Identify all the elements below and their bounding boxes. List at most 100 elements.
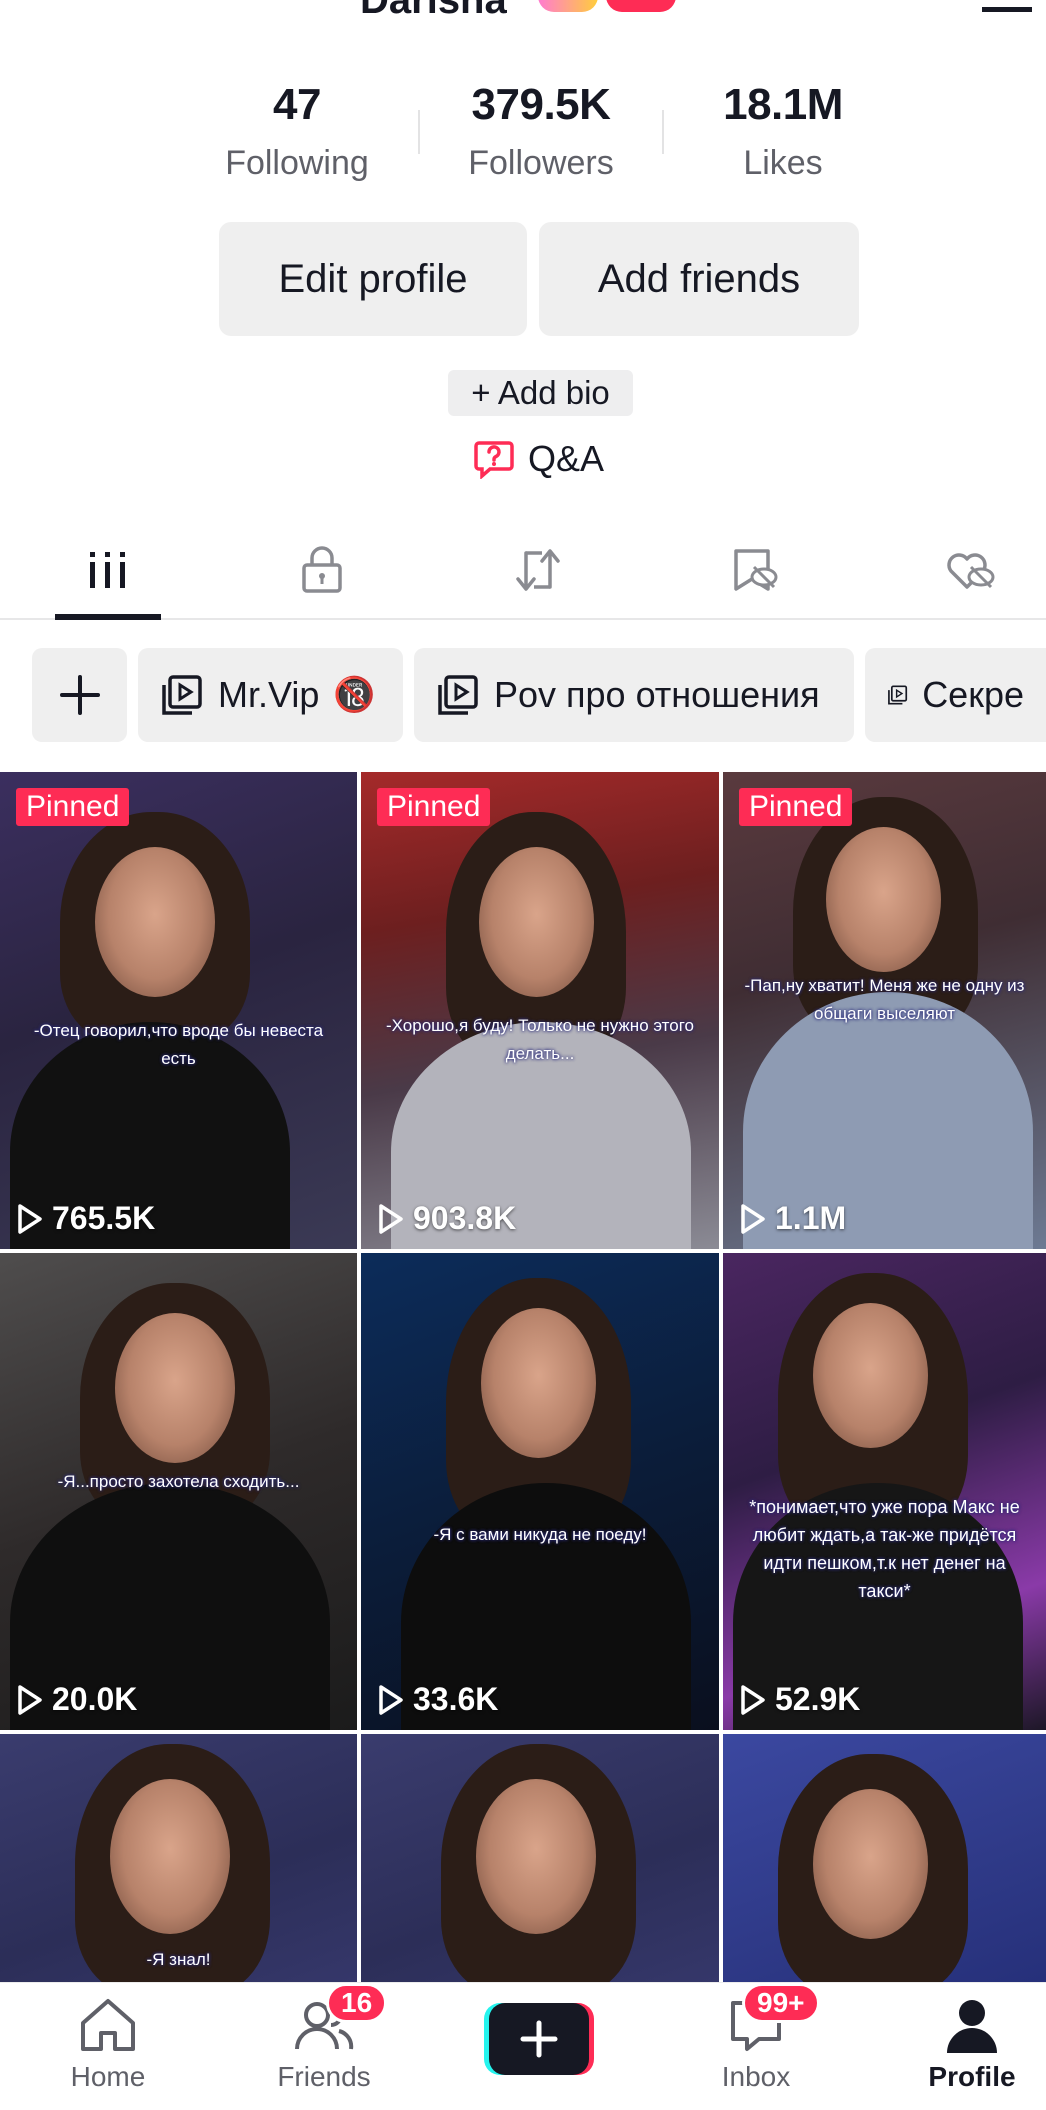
- qa-label: Q&A: [528, 438, 605, 479]
- video-caption: -Пап,ну хватит! Меня же не одну из общаг…: [744, 976, 1025, 1023]
- video-caption: -Отец говорил,что вроде бы невеста есть: [33, 1021, 324, 1068]
- profile-tabs: [0, 530, 1046, 620]
- view-count-value: 1.1M: [775, 1200, 847, 1236]
- hamburger-icon[interactable]: [982, 0, 1032, 12]
- tab-liked[interactable]: [916, 540, 1024, 600]
- video-grid: Pinned -Отец говорил,что вроде бы невест…: [0, 772, 1046, 1982]
- likes-label: Likes: [743, 144, 823, 182]
- likes-stat[interactable]: 18.1M Likes: [673, 80, 893, 183]
- following-stat[interactable]: 47 Following: [187, 80, 407, 183]
- video-thumbnail[interactable]: Pinned -Хорошо,я буду! Только не нужно э…: [361, 772, 719, 1249]
- likes-count: 18.1M: [723, 80, 843, 129]
- add-bio-button[interactable]: + Add bio: [448, 370, 633, 416]
- nav-home-label: Home: [70, 2061, 146, 2092]
- bottom-nav: Home Friends 16 Inbox 99+ Profile: [0, 1982, 1046, 2110]
- nav-home[interactable]: Home: [28, 1995, 188, 2105]
- active-tab-indicator: [55, 614, 161, 620]
- emoji-badge: [538, 0, 598, 12]
- video-cover: [361, 1253, 719, 1730]
- play-icon: [741, 1684, 765, 1715]
- home-icon: [81, 1999, 135, 2051]
- playlist-bar: Mr.Vip 🔞 Pov про отношения Секре: [0, 648, 1046, 744]
- playlist-icon: [438, 675, 478, 715]
- nav-profile-label: Profile: [928, 2061, 1016, 2092]
- view-count: 20.0K: [16, 1681, 137, 1718]
- video-thumbnail[interactable]: -Я...просто захотела сходить... 20.0K: [0, 1253, 357, 1730]
- video-cover: [0, 772, 357, 1249]
- qa-link[interactable]: Q&A: [474, 438, 604, 480]
- lock-icon: [302, 546, 342, 593]
- repost-icon: [516, 549, 560, 591]
- view-count: 1.1M: [739, 1200, 846, 1237]
- pinned-badge: Pinned: [16, 788, 130, 826]
- plus-icon: [59, 675, 100, 715]
- play-icon: [18, 1203, 42, 1234]
- add-friends-button[interactable]: Add friends: [539, 222, 859, 336]
- plus-icon: [520, 2020, 558, 2058]
- view-count: 903.8K: [377, 1200, 516, 1237]
- profile-stats: 47 Following 379.5K Followers 18.1M Like…: [0, 80, 1046, 190]
- pinned-badge: Pinned: [377, 788, 491, 826]
- view-count: 765.5K: [16, 1200, 155, 1237]
- tab-reposts[interactable]: [484, 540, 592, 600]
- profile-header: Darisha: [0, 0, 1046, 22]
- stat-divider: [662, 110, 664, 154]
- view-count-value: 765.5K: [52, 1200, 156, 1236]
- followers-stat[interactable]: 379.5K Followers: [431, 80, 651, 183]
- playlist-chip[interactable]: Mr.Vip 🔞: [138, 648, 403, 742]
- video-caption: -Я...просто захотела сходить...: [57, 1472, 300, 1491]
- play-icon: [379, 1203, 403, 1234]
- inbox-notification-badge: 99+: [742, 1983, 820, 2023]
- nav-friends-label: Friends: [277, 2061, 371, 2092]
- playlist-icon: [162, 675, 202, 715]
- video-thumbnail[interactable]: Pinned -Пап,ну хватит! Меня же не одну и…: [723, 772, 1046, 1249]
- nav-friends[interactable]: Friends 16: [244, 1983, 404, 2105]
- view-count: 52.9K: [739, 1681, 860, 1718]
- playlist-label: Mr.Vip: [218, 674, 320, 715]
- following-count: 47: [273, 80, 321, 129]
- view-count-value: 52.9K: [775, 1681, 861, 1717]
- video-caption: -Я с вами никуда не поеду!: [433, 1525, 647, 1544]
- nav-inbox[interactable]: Inbox 99+: [676, 1983, 836, 2105]
- video-caption: -Хорошо,я буду! Только не нужно этого де…: [385, 1016, 695, 1063]
- playlist-label: Секре: [922, 674, 1024, 715]
- videos-grid-icon: [90, 552, 125, 588]
- playlist-chip[interactable]: Pov про отношения: [414, 648, 854, 742]
- video-cover: [723, 1734, 1046, 1982]
- pinned-badge: Pinned: [739, 788, 853, 826]
- video-thumbnail[interactable]: -Я с вами никуда не поеду! 33.6K: [361, 1253, 719, 1730]
- play-icon: [379, 1684, 403, 1715]
- video-thumbnail[interactable]: [361, 1734, 719, 1982]
- followers-count: 379.5K: [471, 80, 611, 129]
- play-icon: [741, 1203, 765, 1234]
- following-label: Following: [225, 144, 369, 182]
- tab-private[interactable]: [268, 540, 376, 600]
- video-caption: *понимает,что уже пора Макс не любит жда…: [749, 1497, 1020, 1601]
- playlist-label: Pov про отношения: [494, 674, 820, 715]
- video-thumbnail[interactable]: Pinned -Отец говорил,что вроде бы невест…: [0, 772, 357, 1249]
- tab-favorites[interactable]: [700, 540, 808, 600]
- video-caption: -Я знал!: [146, 1950, 211, 1969]
- video-thumbnail[interactable]: -Я знал!: [0, 1734, 357, 1982]
- edit-profile-button[interactable]: Edit profile: [219, 222, 527, 336]
- liked-hidden-icon: [947, 553, 995, 589]
- video-cover: [723, 1253, 1046, 1730]
- video-cover: [361, 1734, 719, 1982]
- playlist-icon: [888, 685, 908, 705]
- qa-icon: [474, 441, 514, 479]
- create-button[interactable]: [484, 2003, 594, 2075]
- video-thumbnail[interactable]: [723, 1734, 1046, 1982]
- followers-label: Followers: [468, 144, 614, 182]
- video-thumbnail[interactable]: *понимает,что уже пора Макс не любит жда…: [723, 1253, 1046, 1730]
- profile-username: Darisha: [360, 0, 507, 22]
- nav-profile[interactable]: Profile: [892, 1995, 1046, 2105]
- status-badge: [606, 0, 676, 12]
- playlist-chip[interactable]: Секре: [865, 648, 1046, 742]
- profile-icon: [947, 2000, 997, 2053]
- nav-inbox-label: Inbox: [721, 2061, 791, 2092]
- view-count-value: 20.0K: [52, 1681, 138, 1717]
- tab-videos[interactable]: [54, 540, 162, 600]
- favorites-hidden-icon: [734, 549, 778, 591]
- add-playlist-button[interactable]: [32, 648, 127, 742]
- video-cover: [361, 772, 719, 1249]
